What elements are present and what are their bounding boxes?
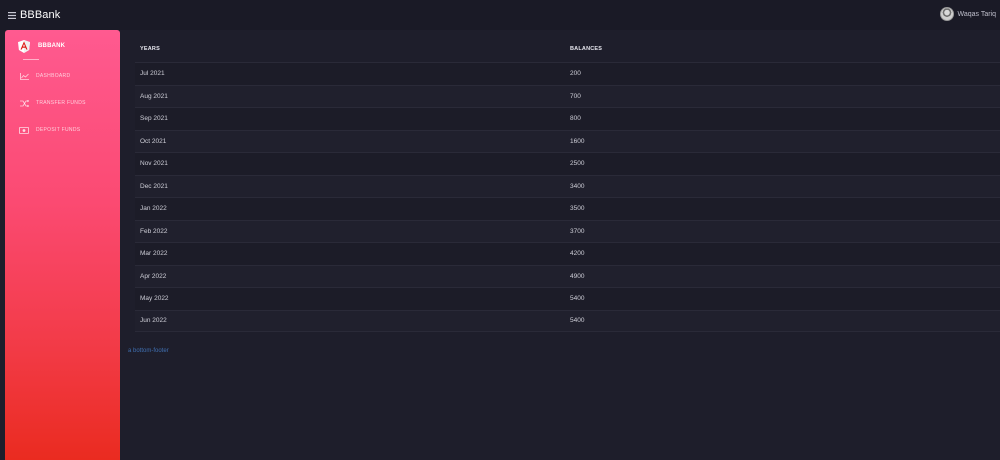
cell-balance: 5400 xyxy=(570,317,585,325)
column-header-balances[interactable]: BALANCES xyxy=(570,46,602,52)
cell-balance: 2500 xyxy=(570,160,585,168)
cell-balance: 3500 xyxy=(570,205,585,213)
sidebar-brand[interactable]: BBBANK xyxy=(5,38,120,54)
cell-year: Jul 2021 xyxy=(140,70,165,78)
cell-year: Feb 2022 xyxy=(140,227,168,235)
table-row: Oct 2021 1600 xyxy=(135,129,1000,152)
cell-year: Oct 2021 xyxy=(140,137,167,145)
sidebar-divider xyxy=(23,59,39,60)
cell-balance: 4900 xyxy=(570,272,585,280)
app-title: BBBank xyxy=(20,9,61,21)
cell-year: Jan 2022 xyxy=(140,205,167,213)
cell-balance: 700 xyxy=(570,92,581,100)
table-row: Sep 2021 800 xyxy=(135,107,1000,130)
sidebar-item-label: DEPOSIT FUNDS xyxy=(36,127,81,133)
shuffle-icon xyxy=(19,99,29,107)
cell-year: Sep 2021 xyxy=(140,115,168,123)
table-row: Aug 2021 700 xyxy=(135,84,1000,107)
cell-year: Nov 2021 xyxy=(140,160,168,168)
table-row: Jan 2022 3500 xyxy=(135,197,1000,220)
sidebar-item-dashboard[interactable]: DASHBOARD xyxy=(5,69,120,83)
cell-balance: 4200 xyxy=(570,250,585,258)
cell-balance: 3700 xyxy=(570,227,585,235)
line-chart-icon xyxy=(19,72,29,80)
balances-table: YEARS BALANCES Jul 2021 200 Aug 2021 700 Sep… xyxy=(135,35,1000,332)
cell-balance: 5400 xyxy=(570,295,585,303)
table-row: Jul 2021 200 xyxy=(135,62,1000,85)
money-icon xyxy=(19,126,29,134)
hamburger-menu-icon[interactable] xyxy=(4,0,20,30)
sidebar-item-transfer-funds[interactable]: TRANSFER FUNDS xyxy=(5,96,120,110)
table-row: Apr 2022 4900 xyxy=(135,264,1000,287)
cell-year: Jun 2022 xyxy=(140,317,167,325)
table-header: YEARS BALANCES xyxy=(135,35,1000,62)
cell-balance: 3400 xyxy=(570,182,585,190)
table-row: Mar 2022 4200 xyxy=(135,242,1000,265)
table-row: Dec 2021 3400 xyxy=(135,174,1000,197)
sidebar-brand-label: BBBANK xyxy=(38,43,66,49)
table-row: Jun 2022 5400 xyxy=(135,309,1000,332)
table-body: Jul 2021 200 Aug 2021 700 Sep 2021 800 Oct 202… xyxy=(135,62,1000,332)
sidebar: BBBANK DASHBOARD TRANSFER FUNDS DEPOSIT … xyxy=(5,30,120,460)
table-row: Nov 2021 2500 xyxy=(135,152,1000,175)
top-navbar: BBBank Waqas Tariq xyxy=(0,0,1000,30)
sidebar-item-label: TRANSFER FUNDS xyxy=(36,100,86,106)
user-name[interactable]: Waqas Tariq xyxy=(957,11,996,18)
sidebar-item-deposit-funds[interactable]: DEPOSIT FUNDS xyxy=(5,123,120,137)
table-row: May 2022 5400 xyxy=(135,287,1000,310)
cell-balance: 1600 xyxy=(570,137,585,145)
footer-link[interactable]: a bottom-footer xyxy=(128,348,169,354)
cell-balance: 200 xyxy=(570,70,581,78)
cell-year: Mar 2022 xyxy=(140,250,168,258)
cell-year: Dec 2021 xyxy=(140,182,168,190)
sidebar-item-label: DASHBOARD xyxy=(36,73,71,79)
avatar[interactable] xyxy=(940,7,955,21)
cell-year: Aug 2021 xyxy=(140,92,168,100)
cell-year: Apr 2022 xyxy=(140,272,167,280)
cell-balance: 800 xyxy=(570,115,581,123)
table-row: Feb 2022 3700 xyxy=(135,219,1000,242)
user-menu[interactable]: Waqas Tariq xyxy=(940,7,996,21)
column-header-years[interactable]: YEARS xyxy=(140,46,160,52)
cell-year: May 2022 xyxy=(140,295,169,303)
angular-logo-icon xyxy=(18,39,30,53)
